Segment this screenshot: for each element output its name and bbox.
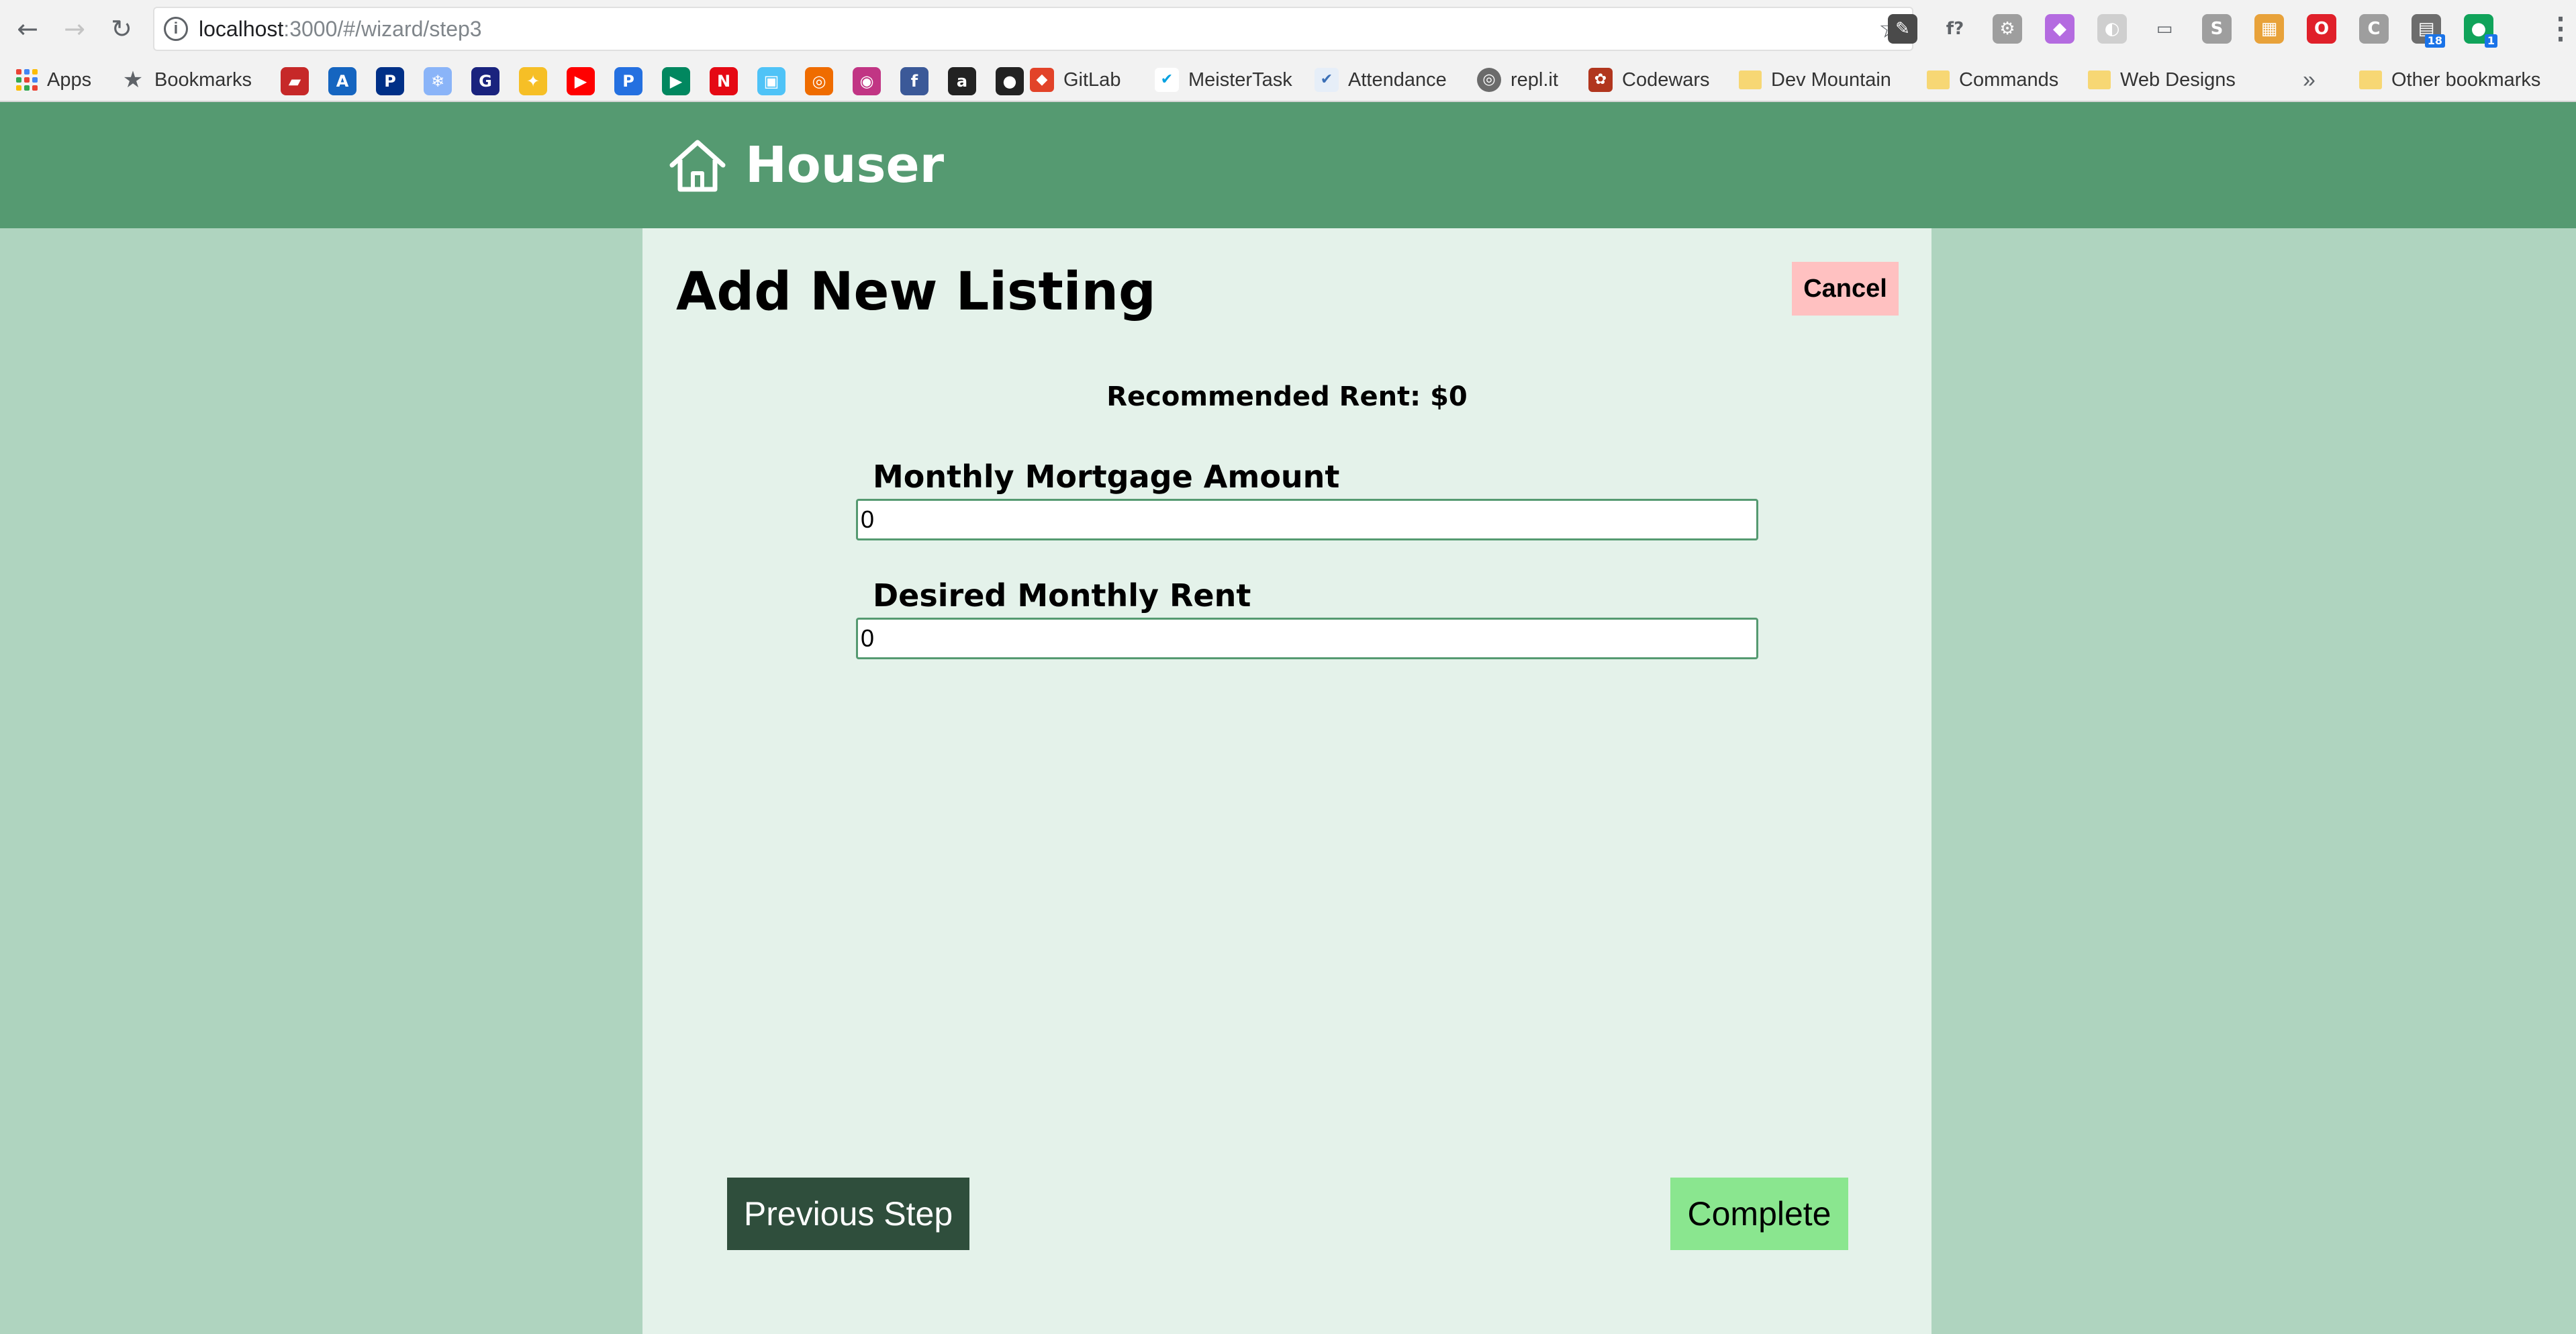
forward-arrow-icon[interactable]: → — [56, 11, 93, 47]
bookmark-meistertask[interactable]: ✔ MeisterTask — [1155, 63, 1292, 97]
pandora-icon[interactable]: P — [614, 67, 642, 95]
netflix-icon[interactable]: N — [710, 67, 738, 95]
c-extension-icon[interactable]: C — [2359, 14, 2389, 44]
s-extension-icon[interactable]: S — [2202, 14, 2232, 44]
ring-bookmark-icon[interactable]: ◎ — [805, 67, 833, 95]
bookmark-replit[interactable]: ◎ repl.it — [1477, 63, 1558, 97]
bookmark-label: Other bookmarks — [2391, 68, 2541, 91]
bookmark-label: Dev Mountain — [1771, 68, 1891, 91]
chat-extension-icon[interactable]: ● 1 — [2464, 14, 2497, 48]
rent-input[interactable]: 0 — [856, 618, 1758, 659]
bookmark-folder-web-designs[interactable]: Web Designs — [2088, 63, 2236, 97]
reload-icon[interactable]: ↻ — [103, 11, 140, 47]
bookmark-label: Apps — [47, 68, 92, 91]
paypal-icon[interactable]: P — [376, 67, 404, 95]
colorful-extension-icon[interactable]: ▦ — [2254, 14, 2284, 44]
cast-icon[interactable]: ▭ — [2150, 14, 2179, 44]
previous-step-button[interactable]: Previous Step — [727, 1178, 969, 1250]
cancel-button[interactable]: Cancel — [1792, 262, 1899, 316]
rent-label: Desired Monthly Rent — [873, 577, 1251, 614]
extension-badge: 1 — [2484, 34, 2497, 48]
recommended-rent: Recommended Rent: $0 — [1106, 381, 1468, 412]
blue-a-bookmark-icon[interactable]: A — [328, 67, 356, 95]
g-bookmark-icon[interactable]: G — [471, 67, 499, 95]
house-icon — [669, 140, 726, 192]
bookmark-label: Commands — [1959, 68, 2059, 91]
bookmark-attendance[interactable]: ✔ Attendance — [1315, 63, 1447, 97]
meistertask-check-icon: ✔ — [1155, 68, 1179, 92]
mortgage-input[interactable]: 0 — [856, 499, 1758, 540]
url-host: localhost — [199, 17, 284, 41]
folder-icon — [2359, 70, 2382, 89]
bookmark-bookmarks[interactable]: ★ Bookmarks — [121, 63, 252, 97]
url-text[interactable]: localhost:3000/#/wizard/step3 — [199, 8, 482, 50]
play-store-icon[interactable]: ▶ — [662, 67, 690, 95]
github-icon[interactable]: ● — [996, 67, 1024, 95]
bookmarks-bar: Apps ★ Bookmarks ▰ A P ❄ G ✦ ▶ P ▶ N ▣ ◎ ◉ f a ● ◆ GitL… — [0, 58, 2576, 102]
apps-grid-icon — [16, 69, 38, 91]
bookmark-gitlab[interactable]: ◆ GitLab — [1030, 63, 1120, 97]
youtube-icon[interactable]: ▶ — [567, 67, 595, 95]
bookmark-apps[interactable]: Apps — [16, 63, 91, 97]
star-icon: ★ — [122, 66, 144, 93]
amazon-icon[interactable]: a — [948, 67, 976, 95]
bookmark-label: Codewars — [1622, 68, 1710, 91]
purple-extension-icon[interactable]: ◆ — [2045, 14, 2074, 44]
app-header: Houser — [0, 102, 2576, 228]
wizard-panel: Add New Listing Cancel Recommended Rent:… — [642, 228, 1931, 1334]
mortgage-label: Monthly Mortgage Amount — [873, 459, 1340, 495]
keep-icon[interactable]: ✦ — [519, 67, 547, 95]
gitlab-icon: ◆ — [1030, 68, 1054, 92]
url-path: :3000/#/wizard/step3 — [283, 17, 482, 41]
grey-extension-icon[interactable]: ◐ — [2097, 14, 2127, 44]
media-bookmark-icon[interactable]: ▣ — [757, 67, 785, 95]
back-arrow-icon[interactable]: ← — [9, 11, 46, 47]
bookmark-label: Bookmarks — [154, 68, 252, 91]
brand-name[interactable]: Houser — [745, 129, 944, 201]
attendance-check-icon: ✔ — [1315, 68, 1339, 92]
bookmark-label: MeisterTask — [1188, 68, 1292, 91]
folder-icon — [2088, 70, 2111, 89]
tabs-extension-icon[interactable]: ▤ 18 — [2412, 14, 2445, 48]
bookmark-folder-other[interactable]: Other bookmarks — [2359, 63, 2540, 97]
bookmark-codewars[interactable]: ✿ Codewars — [1588, 63, 1710, 97]
codewars-icon: ✿ — [1588, 68, 1613, 92]
bookmark-label: GitLab — [1063, 68, 1121, 91]
extension-badge: 18 — [2424, 34, 2445, 48]
browser-toolbar: ← → ↻ i localhost:3000/#/wizard/step3 ☆ … — [0, 0, 2576, 58]
facebook-icon[interactable]: f — [900, 67, 928, 95]
formula-extension-icon[interactable]: f? — [1940, 14, 1970, 44]
bookmark-folder-commands[interactable]: Commands — [1927, 63, 2058, 97]
gear-extension-icon[interactable]: ⚙ — [1993, 14, 2022, 44]
address-bar[interactable]: i localhost:3000/#/wizard/step3 ☆ — [153, 7, 1913, 51]
opera-extension-icon[interactable]: O — [2307, 14, 2336, 44]
folder-icon — [1739, 70, 1762, 89]
bookmarks-overflow-chevron[interactable]: » — [2303, 63, 2316, 97]
red-bookmark-icon[interactable]: ▰ — [281, 67, 309, 95]
replit-icon: ◎ — [1477, 68, 1501, 92]
kebab-menu-icon[interactable]: ⋮ — [2546, 9, 2575, 48]
info-icon[interactable]: i — [164, 17, 188, 41]
snowflake-icon[interactable]: ❄ — [424, 67, 452, 95]
instagram-icon[interactable]: ◉ — [853, 67, 881, 95]
bookmark-label: Web Designs — [2120, 68, 2236, 91]
eyedropper-extension-icon[interactable]: ✎ — [1888, 14, 1917, 44]
bookmark-folder-dev-mountain[interactable]: Dev Mountain — [1739, 63, 1891, 97]
bookmark-label: Attendance — [1348, 68, 1447, 91]
bookmark-label: repl.it — [1511, 68, 1558, 91]
complete-button[interactable]: Complete — [1670, 1178, 1848, 1250]
folder-icon — [1927, 70, 1950, 89]
page-title: Add New Listing — [676, 262, 1156, 322]
